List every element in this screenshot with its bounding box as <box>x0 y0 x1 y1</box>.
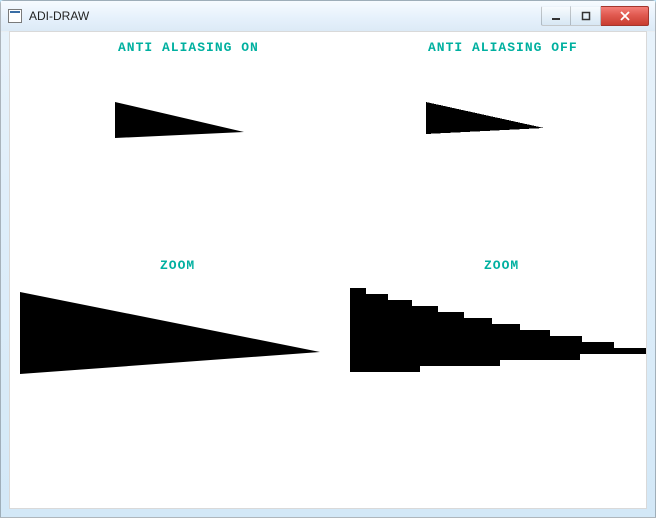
window-buttons <box>541 6 649 26</box>
label-aa-off: ANTI ALIASING OFF <box>428 40 578 55</box>
label-zoom-right: ZOOM <box>484 258 519 273</box>
maximize-button[interactable] <box>571 6 601 26</box>
triangle-aa-on-zoom <box>20 292 320 392</box>
label-zoom-left: ZOOM <box>160 258 195 273</box>
close-button[interactable] <box>601 6 649 26</box>
window-title: ADI-DRAW <box>29 9 89 23</box>
client-area: ANTI ALIASING ON ANTI ALIASING OFF ZOOM … <box>9 31 647 509</box>
triangle-aa-on-small <box>115 102 245 152</box>
triangle-aa-off-small <box>426 102 546 148</box>
window-frame: ADI-DRAW ANTI ALIASING ON ANTI ALIASING … <box>0 0 656 518</box>
minimize-button[interactable] <box>541 6 571 26</box>
triangle-aa-off-zoom <box>350 288 650 388</box>
app-icon <box>7 8 23 24</box>
label-aa-on: ANTI ALIASING ON <box>118 40 259 55</box>
titlebar[interactable]: ADI-DRAW <box>1 1 655 32</box>
